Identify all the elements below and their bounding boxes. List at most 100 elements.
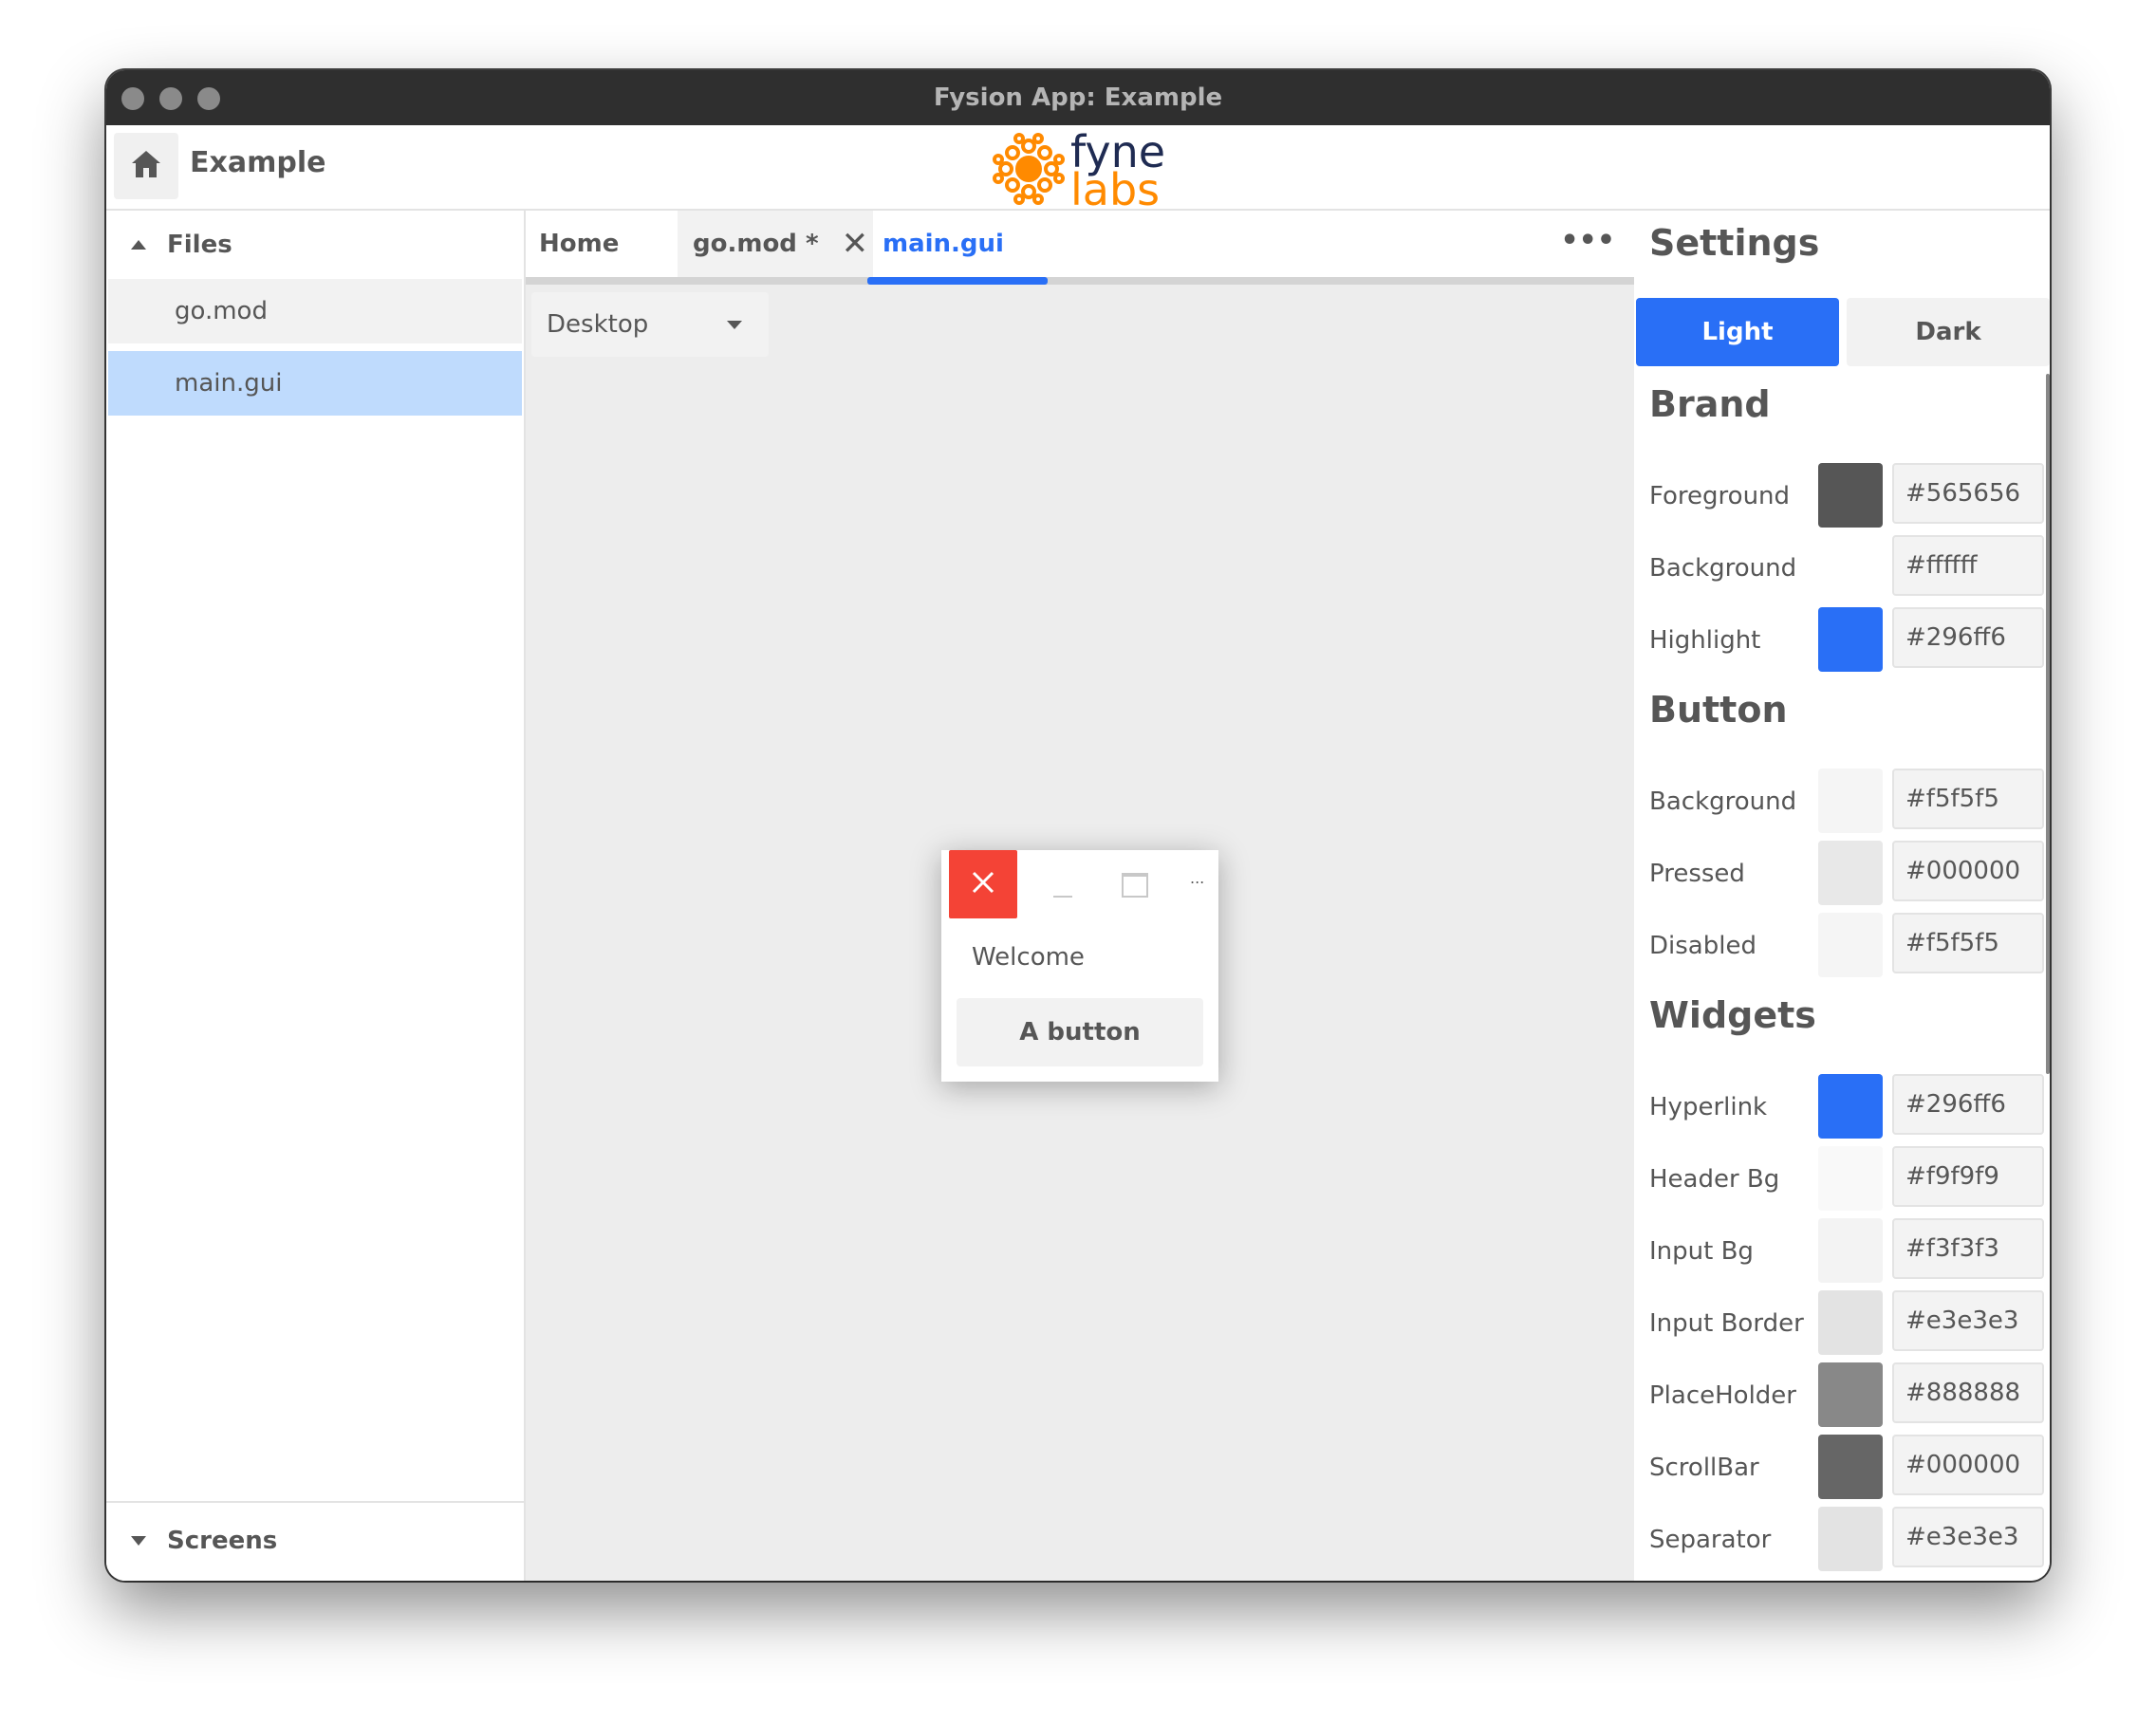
window-controls: [121, 87, 220, 110]
preview-minimize-icon[interactable]: [1053, 896, 1072, 898]
color-label: Highlight: [1649, 626, 1761, 655]
fyne-labs-logo: fyne labs: [993, 130, 1165, 215]
logo-labs-text: labs: [1070, 164, 1161, 215]
app-window: Fysion App: Example Example fyne labs Fi…: [106, 70, 2050, 1581]
color-swatch[interactable]: [1818, 1146, 1883, 1211]
file-sidebar: Files go.mod main.gui Screens: [106, 211, 526, 1581]
hex-input[interactable]: #f3f3f3: [1892, 1218, 2044, 1279]
preview-a-button[interactable]: A button: [957, 998, 1203, 1066]
sunburst-logo-icon: [993, 133, 1065, 209]
active-tab-indicator: [867, 277, 1048, 285]
theme-dark-button[interactable]: Dark: [1847, 298, 2050, 366]
color-swatch[interactable]: [1818, 607, 1883, 672]
color-swatch[interactable]: [1818, 1074, 1883, 1139]
hex-input[interactable]: #e3e3e3: [1892, 1290, 2044, 1351]
editor-tabs: Home go.mod * ✕ main.gui •••: [526, 211, 1634, 285]
close-tab-icon[interactable]: ✕: [842, 225, 869, 263]
file-item-go-mod[interactable]: go.mod: [108, 279, 522, 343]
more-horizontal-icon[interactable]: •••: [1560, 224, 1615, 257]
hex-input[interactable]: #f5f5f5: [1892, 913, 2044, 973]
home-button[interactable]: [114, 133, 178, 199]
device-select[interactable]: Desktop: [531, 292, 769, 357]
screens-accordion: Screens: [106, 1501, 524, 1581]
color-label: Disabled: [1649, 932, 1756, 960]
color-label: PlaceHolder: [1649, 1381, 1796, 1410]
tab-underline-rail: [526, 277, 1634, 285]
tab-home[interactable]: Home: [539, 211, 619, 277]
project-name: Example: [190, 146, 326, 179]
color-swatch[interactable]: [1818, 1290, 1883, 1355]
close-window-button[interactable]: [121, 87, 144, 110]
hex-input[interactable]: #000000: [1892, 1435, 2044, 1495]
color-row-button-background: Background #f5f5f5: [1636, 769, 2050, 835]
color-row-header-bg: Header Bg #f9f9f9: [1636, 1146, 2050, 1213]
hex-input[interactable]: #f9f9f9: [1892, 1146, 2044, 1207]
theme-light-button[interactable]: Light: [1636, 298, 1839, 366]
settings-title: Settings: [1649, 222, 1820, 264]
close-icon: [971, 870, 995, 899]
color-label: ScrollBar: [1649, 1454, 1759, 1482]
collapse-arrow-icon: [131, 240, 146, 250]
tab-label: go.mod *: [693, 230, 819, 258]
color-swatch[interactable]: [1818, 913, 1883, 977]
tab-main-gui[interactable]: main.gui: [883, 211, 1004, 277]
color-swatch[interactable]: [1818, 841, 1883, 905]
color-row-hyperlink: Hyperlink #296ff6: [1636, 1074, 2050, 1140]
preview-welcome-label[interactable]: Welcome: [972, 943, 1085, 972]
preview-menu-icon[interactable]: ...: [1190, 869, 1204, 887]
settings-panel: Settings Light Dark Brand Foreground #56…: [1636, 211, 2050, 1581]
color-label: Input Border: [1649, 1309, 1804, 1338]
section-brand-title: Brand: [1649, 383, 1771, 425]
color-swatch[interactable]: [1818, 1218, 1883, 1283]
hex-input[interactable]: #e3e3e3: [1892, 1507, 2044, 1567]
color-swatch[interactable]: [1818, 1507, 1883, 1571]
color-label: Background: [1649, 554, 1797, 583]
color-swatch[interactable]: [1818, 1362, 1883, 1427]
color-row-input-border: Input Border #e3e3e3: [1636, 1290, 2050, 1357]
tab-label: main.gui: [883, 230, 1004, 258]
color-row-background: Background #ffffff: [1636, 535, 2050, 602]
color-row-highlight: Highlight #296ff6: [1636, 607, 2050, 674]
color-label: Header Bg: [1649, 1165, 1780, 1194]
color-row-foreground: Foreground #565656: [1636, 463, 2050, 529]
screens-accordion-header[interactable]: Screens: [106, 1503, 524, 1579]
files-accordion-header[interactable]: Files: [106, 211, 524, 279]
section-button-title: Button: [1649, 689, 1788, 731]
zoom-window-button[interactable]: [197, 87, 220, 110]
color-row-separator: Separator #e3e3e3: [1636, 1507, 2050, 1573]
color-row-input-bg: Input Bg #f3f3f3: [1636, 1218, 2050, 1285]
hex-input[interactable]: #f5f5f5: [1892, 769, 2044, 829]
file-item-label: main.gui: [175, 369, 283, 398]
color-swatch[interactable]: [1818, 769, 1883, 833]
color-swatch[interactable]: [1818, 1435, 1883, 1499]
file-item-main-gui[interactable]: main.gui: [108, 351, 522, 416]
home-icon: [130, 149, 162, 183]
color-row-scrollbar: ScrollBar #000000: [1636, 1435, 2050, 1501]
color-row-placeholder: PlaceHolder #888888: [1636, 1362, 2050, 1429]
color-label: Background: [1649, 787, 1797, 816]
color-label: Foreground: [1649, 482, 1791, 510]
color-swatch[interactable]: [1818, 535, 1883, 600]
preview-maximize-icon[interactable]: [1122, 873, 1148, 898]
color-swatch[interactable]: [1818, 463, 1883, 528]
hex-input[interactable]: #888888: [1892, 1362, 2044, 1423]
minimize-window-button[interactable]: [159, 87, 182, 110]
hex-input[interactable]: #000000: [1892, 841, 2044, 901]
hex-input[interactable]: #296ff6: [1892, 1074, 2044, 1135]
hex-input[interactable]: #296ff6: [1892, 607, 2044, 668]
file-item-label: go.mod: [175, 297, 268, 325]
screens-header-label: Screens: [167, 1527, 278, 1555]
color-label: Pressed: [1649, 860, 1745, 888]
expand-arrow-icon: [131, 1536, 146, 1546]
gui-preview-window: ... Welcome A button: [941, 850, 1218, 1082]
tab-go-mod[interactable]: go.mod * ✕: [678, 211, 873, 277]
top-toolbar: Example fyne labs: [106, 125, 2050, 215]
hex-input[interactable]: #ffffff: [1892, 535, 2044, 596]
preview-close-button[interactable]: [949, 850, 1017, 918]
hex-input[interactable]: #565656: [1892, 463, 2044, 524]
device-select-value: Desktop: [547, 310, 649, 339]
chevron-down-icon: [727, 321, 742, 329]
section-widgets-title: Widgets: [1649, 994, 1816, 1036]
files-header-label: Files: [167, 231, 232, 259]
color-row-pressed: Pressed #000000: [1636, 841, 2050, 907]
